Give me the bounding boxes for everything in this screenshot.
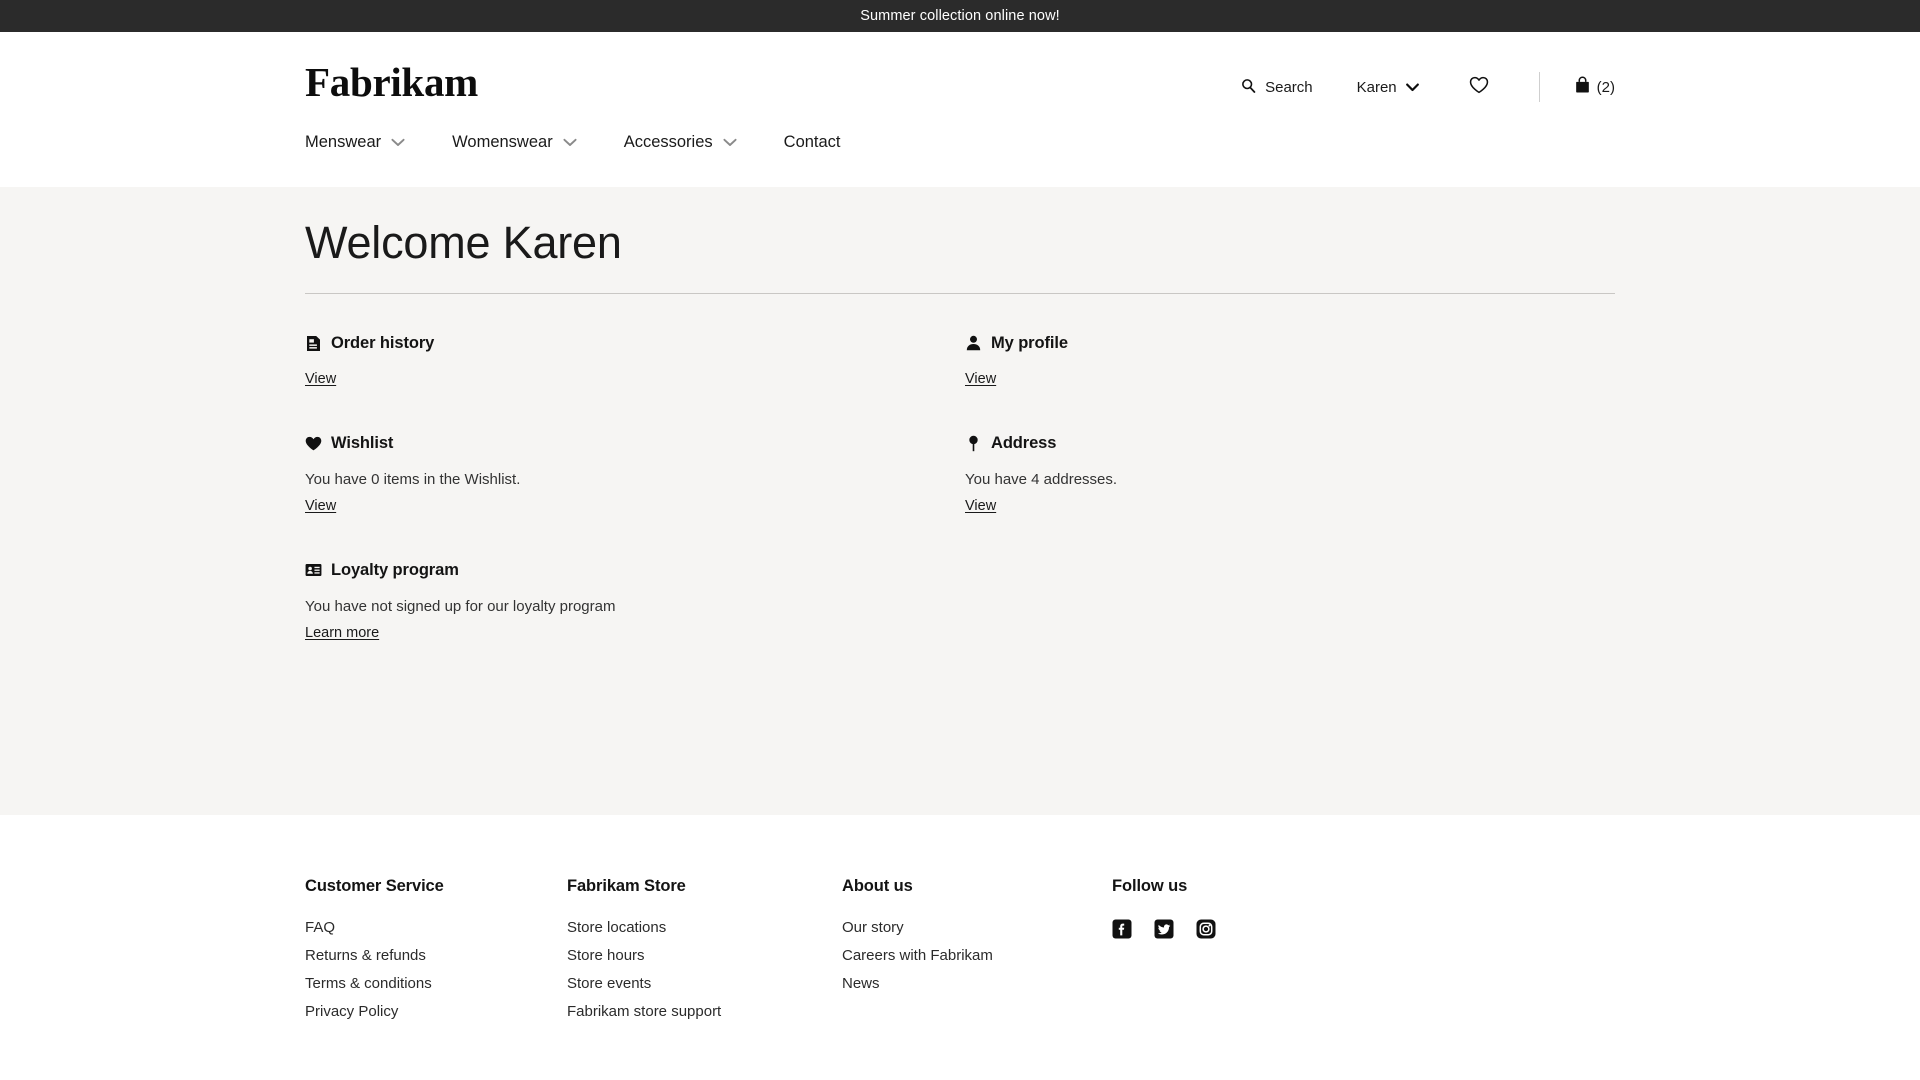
nav-label: Accessories <box>623 133 713 151</box>
nav-item-contact[interactable]: Contact <box>784 127 841 158</box>
card-address: Address You have 4 addresses. View <box>965 434 1615 561</box>
chevron-down-icon <box>1405 83 1419 92</box>
id-card-icon <box>305 562 322 579</box>
nav-item-womenswear[interactable]: Womenswear <box>452 127 577 158</box>
primary-nav: Menswear Womenswear Accessories Contact <box>305 127 1615 158</box>
twitter-icon[interactable] <box>1154 919 1174 939</box>
footer-column-about-us: About us Our story Careers with Fabrikam… <box>842 877 1112 1031</box>
nav-label: Menswear <box>305 133 382 151</box>
footer-column-title: Follow us <box>1112 877 1188 895</box>
site-logo[interactable]: Fabrikam <box>305 54 478 103</box>
card-learn-more-link[interactable]: Learn more <box>305 625 379 641</box>
footer-column-title: Fabrikam Store <box>567 877 686 895</box>
heart-outline-icon <box>1469 76 1489 98</box>
facebook-icon[interactable] <box>1112 919 1132 939</box>
footer-link-returns-refunds[interactable]: Returns & refunds <box>305 947 567 964</box>
shopping-bag-icon <box>1574 76 1591 98</box>
main-content: Welcome Karen Order history View My prof… <box>0 187 1920 815</box>
footer-link-terms-conditions[interactable]: Terms & conditions <box>305 975 567 992</box>
card-description: You have 4 addresses. <box>965 470 1118 488</box>
account-cards-grid: Order history View My profile View Wishl… <box>305 294 1615 688</box>
search-icon <box>1241 78 1256 97</box>
nav-label: Contact <box>783 133 841 151</box>
card-grid-spacer <box>965 561 1615 688</box>
footer-link-news[interactable]: News <box>842 975 1112 992</box>
card-header: My profile <box>965 334 1615 353</box>
card-view-link[interactable]: View <box>965 371 996 387</box>
header-actions: Search Karen (2) <box>1241 54 1615 102</box>
footer-column-customer-service: Customer Service FAQ Returns & refunds T… <box>305 877 567 1031</box>
card-view-link[interactable]: View <box>305 498 336 514</box>
footer-link-our-story[interactable]: Our story <box>842 919 1112 936</box>
document-icon <box>305 335 322 352</box>
site-header: Fabrikam Search Karen (2) Menswear Women… <box>0 32 1920 187</box>
footer-columns: Customer Service FAQ Returns & refunds T… <box>305 877 1615 1031</box>
chevron-down-icon <box>563 138 577 147</box>
nav-label: Womenswear <box>452 133 553 151</box>
wishlist-button[interactable] <box>1469 72 1489 102</box>
footer-column-fabrikam-store: Fabrikam Store Store locations Store hou… <box>567 877 842 1031</box>
footer-column-follow-us: Follow us <box>1112 877 1615 1031</box>
footer-link-store-hours[interactable]: Store hours <box>567 947 842 964</box>
map-pin-icon <box>965 435 982 452</box>
search-button[interactable]: Search <box>1241 74 1313 101</box>
card-view-link[interactable]: View <box>965 498 996 514</box>
bag-count: (2) <box>1596 78 1615 96</box>
shopping-bag-button[interactable]: (2) <box>1574 72 1615 102</box>
account-menu-button[interactable]: Karen <box>1357 75 1419 100</box>
social-links <box>1112 919 1615 939</box>
card-title: My profile <box>991 333 1068 352</box>
footer-link-store-locations[interactable]: Store locations <box>567 919 842 936</box>
announcement-text: Summer collection online now! <box>860 8 1060 24</box>
footer-column-title: About us <box>842 877 913 895</box>
header-top-row: Fabrikam Search Karen (2) <box>305 32 1615 103</box>
card-header: Wishlist <box>305 434 965 453</box>
nav-item-accessories[interactable]: Accessories <box>624 127 737 158</box>
card-view-link[interactable]: View <box>305 371 336 387</box>
search-label: Search <box>1265 78 1313 96</box>
card-title: Loyalty program <box>331 560 459 579</box>
footer-link-store-events[interactable]: Store events <box>567 975 842 992</box>
card-title: Order history <box>331 333 435 352</box>
person-icon <box>965 335 982 352</box>
site-footer: Customer Service FAQ Returns & refunds T… <box>0 815 1920 1031</box>
nav-item-menswear[interactable]: Menswear <box>305 127 405 158</box>
card-header: Address <box>965 434 1615 453</box>
header-divider <box>1538 72 1540 102</box>
chevron-down-icon <box>723 138 737 147</box>
account-label: Karen <box>1356 78 1397 96</box>
card-my-profile: My profile View <box>965 334 1615 434</box>
heart-filled-icon <box>305 435 322 452</box>
instagram-icon[interactable] <box>1196 919 1216 939</box>
card-title: Wishlist <box>331 433 394 452</box>
footer-link-privacy-policy[interactable]: Privacy Policy <box>305 1003 567 1020</box>
card-order-history: Order history View <box>305 334 965 434</box>
footer-column-title: Customer Service <box>305 877 444 895</box>
card-description: You have 0 items in the Wishlist. <box>305 470 521 488</box>
footer-link-store-support[interactable]: Fabrikam store support <box>567 1003 842 1020</box>
card-wishlist: Wishlist You have 0 items in the Wishlis… <box>305 434 965 561</box>
card-header: Loyalty program <box>305 561 965 580</box>
announcement-bar: Summer collection online now! <box>0 0 1920 32</box>
card-header: Order history <box>305 334 965 353</box>
page-title: Welcome Karen <box>305 217 622 268</box>
card-loyalty-program: Loyalty program You have not signed up f… <box>305 561 965 688</box>
card-title: Address <box>991 433 1057 452</box>
chevron-down-icon <box>391 138 405 147</box>
card-description: You have not signed up for our loyalty p… <box>305 597 616 615</box>
footer-link-careers[interactable]: Careers with Fabrikam <box>842 947 1112 964</box>
footer-link-faq[interactable]: FAQ <box>305 919 567 936</box>
